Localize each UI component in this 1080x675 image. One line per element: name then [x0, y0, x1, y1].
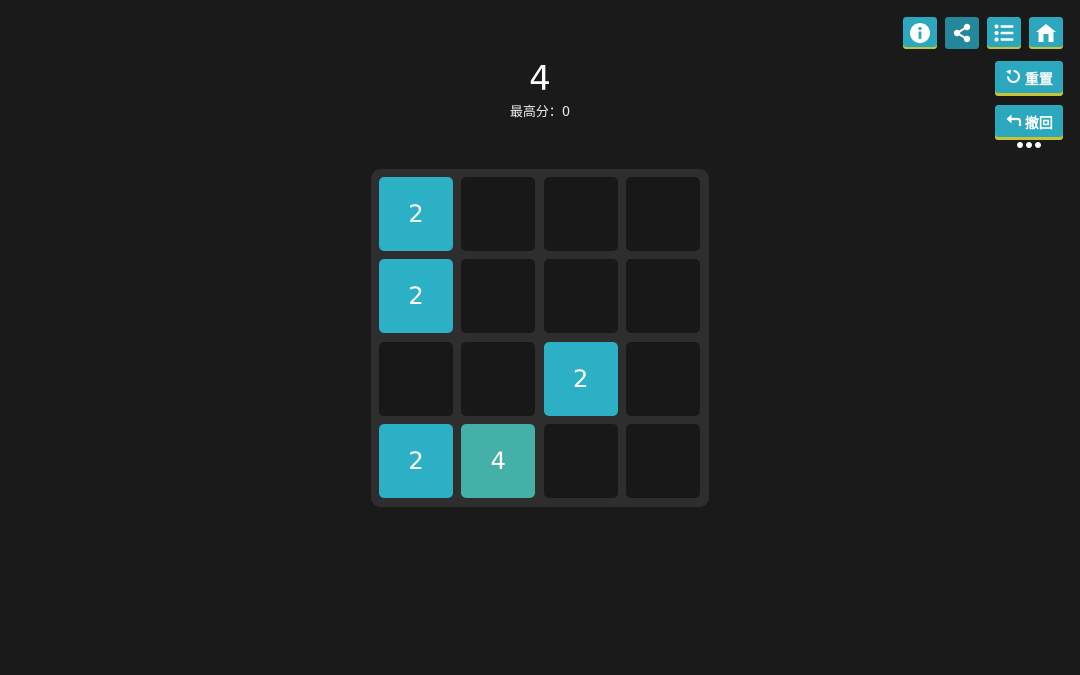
tile-4: 4: [461, 423, 536, 498]
list-icon: [993, 22, 1015, 44]
info-icon: [909, 22, 931, 44]
more-options-button[interactable]: [1014, 138, 1044, 152]
reset-button[interactable]: 重置: [995, 61, 1063, 96]
home-icon: [1035, 22, 1057, 44]
info-button[interactable]: [903, 17, 937, 49]
undo-button[interactable]: 撤回: [995, 105, 1063, 140]
tile-2: 2: [379, 423, 453, 498]
tile-2: 2: [379, 177, 453, 251]
reset-label: 重置: [1025, 71, 1053, 88]
board-cell: [625, 423, 700, 498]
board-cell: [625, 177, 700, 251]
board-cell: [461, 259, 536, 334]
more-dot: [1017, 142, 1023, 148]
board-cell: [543, 259, 618, 334]
board-cell: [461, 177, 536, 251]
reset-icon: [1005, 68, 1022, 89]
board-cell: [379, 341, 453, 416]
leaderboard-button[interactable]: [987, 17, 1021, 49]
more-dot: [1035, 142, 1041, 148]
current-score: 4: [529, 59, 551, 99]
game-screen: 4 最高分：0 重置 撤回 2 2 2 2 4: [0, 0, 1080, 675]
share-button[interactable]: [945, 17, 979, 49]
board-cell: [625, 341, 700, 416]
undo-icon: [1005, 112, 1022, 133]
undo-label: 撤回: [1025, 115, 1053, 132]
best-score: 最高分：0: [509, 105, 571, 120]
more-dot: [1026, 142, 1032, 148]
tile-2: 2: [379, 259, 453, 334]
tile-2: 2: [543, 341, 618, 416]
board-cell: [625, 259, 700, 334]
game-board[interactable]: 22224: [371, 169, 709, 507]
board-cell: [543, 177, 618, 251]
board-cell: [461, 341, 536, 416]
share-icon: [951, 22, 973, 44]
home-button[interactable]: [1029, 17, 1063, 49]
board-cell: [543, 423, 618, 498]
